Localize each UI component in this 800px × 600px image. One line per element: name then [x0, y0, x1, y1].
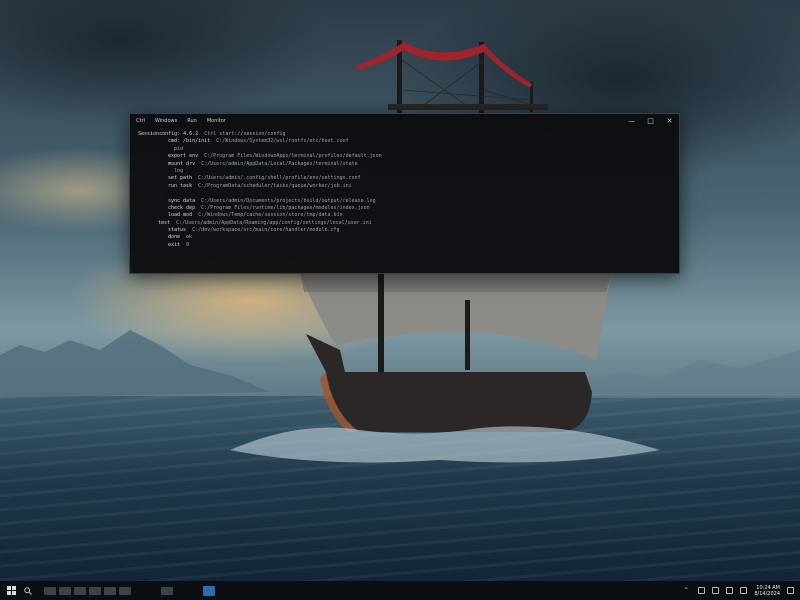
- line-command: done: [168, 234, 181, 241]
- battery-icon[interactable]: [726, 587, 734, 594]
- volume-icon[interactable]: [712, 587, 720, 594]
- line-command: run task: [168, 182, 193, 189]
- line-output: C:/Users/admin/Documents/projects/build/…: [201, 197, 376, 204]
- taskbar-app-terminal[interactable]: [203, 585, 215, 596]
- terminal-window[interactable]: Ctrl Windows Run Monitor — □ ✕ Sessionco…: [129, 113, 680, 274]
- line-output: C:/Users/admin/.config/shell/profile/env…: [198, 175, 361, 182]
- taskbar-app-files[interactable]: [89, 586, 101, 595]
- terminal-line: [138, 190, 671, 197]
- terminal-output[interactable]: Sessionconfig: 4.6.2 Ctrl start://session…: [130, 128, 679, 252]
- terminal-line: load mod C:/Windows/Temp/cache/session/st…: [138, 212, 671, 219]
- sailing-ship-illustration: [0, 40, 800, 463]
- taskbar-app-settings[interactable]: [104, 586, 116, 595]
- terminal-line: exit 0: [138, 242, 671, 249]
- taskbar-app-store[interactable]: [119, 586, 131, 595]
- line-output: C:/Windows/System32/wsl/rootfs/etc/host.…: [216, 138, 349, 145]
- terminal-title-bar[interactable]: Ctrl Windows Run Monitor — □ ✕: [130, 114, 679, 128]
- line-command: check dep: [168, 204, 196, 211]
- search-button[interactable]: [22, 585, 34, 597]
- line-output: pid: [174, 145, 184, 152]
- clock-time: 10:24 AM: [756, 584, 780, 591]
- terminal-line: sync data C:/Users/admin/Documents/projec…: [138, 198, 671, 205]
- menu-item-monitor[interactable]: Monitor: [207, 118, 226, 124]
- line-output: 0: [186, 241, 190, 248]
- line-output: C:/ProgramData/scheduler/tasks/queue/wor…: [198, 182, 352, 189]
- line-output: Ctrl start://session/config: [204, 131, 286, 137]
- line-command: mount drv: [168, 160, 196, 167]
- taskbar: ^ 10:24 AM 8/14/2024: [0, 581, 800, 600]
- line-command: set path: [168, 175, 193, 182]
- terminal-line: run task C:/ProgramData/scheduler/tasks/q…: [138, 183, 671, 190]
- start-button[interactable]: [5, 585, 17, 597]
- line-command: load mod: [168, 212, 193, 219]
- line-command: sync data: [168, 197, 196, 204]
- windows-logo-icon: [6, 586, 16, 595]
- line-command: test: [158, 219, 171, 226]
- line-command: status: [168, 227, 187, 234]
- window-controls: — □ ✕: [628, 117, 673, 125]
- line-command: cmd: /bin/init: [168, 138, 211, 145]
- notification-icon[interactable]: [787, 587, 794, 594]
- terminal-line: log: [138, 168, 671, 175]
- search-icon: [24, 586, 32, 595]
- line-output: C:/Users/admin/AppData/Roaming/app/confi…: [176, 219, 372, 226]
- clock-date: 8/14/2024: [754, 590, 780, 597]
- maximize-icon[interactable]: □: [647, 117, 654, 125]
- line-command: Sessionconfig: 4.6.2: [138, 131, 199, 137]
- line-output: C:/Program Files/WindowsApps/terminal/pr…: [204, 153, 382, 160]
- line-output: C:/Windows/Temp/cache/session/store/tmp/…: [198, 212, 343, 219]
- terminal-line: status C:/dev/workspace/src/main/core/han…: [138, 227, 671, 234]
- close-icon[interactable]: ✕: [666, 117, 673, 125]
- desktop-wallpaper: [0, 0, 800, 600]
- network-icon[interactable]: [698, 587, 706, 594]
- system-tray: ^ 10:24 AM 8/14/2024: [684, 585, 800, 597]
- clock[interactable]: 10:24 AM 8/14/2024: [754, 585, 780, 597]
- terminal-line: export env C:/Program Files/WindowsApps/t…: [138, 153, 671, 160]
- terminal-line: cmd: /bin/init C:/Windows/System32/wsl/ro…: [138, 138, 671, 145]
- menu-item-ctrl[interactable]: Ctrl: [136, 118, 145, 124]
- taskbar-app-media[interactable]: [161, 586, 173, 595]
- line-output: C:/Program Files/runtime/lib/packages/mo…: [201, 204, 370, 211]
- line-output: log: [174, 167, 184, 174]
- menu-item-windows[interactable]: Windows: [155, 118, 177, 124]
- terminal-line: set path C:/Users/admin/.config/shell/pro…: [138, 175, 671, 182]
- line-command: exit: [168, 241, 181, 248]
- language-icon[interactable]: [740, 587, 748, 594]
- terminal-line: test C:/Users/admin/AppData/Roaming/app/c…: [138, 220, 671, 227]
- taskbar-app-mail[interactable]: [74, 586, 86, 595]
- taskbar-app-browser[interactable]: [59, 586, 71, 595]
- line-output: ok: [186, 234, 193, 241]
- line-output: C:/Users/admin/AppData/Local/Packages/te…: [201, 160, 358, 167]
- line-command: export env: [168, 153, 199, 160]
- menu-item-run[interactable]: Run: [187, 118, 197, 124]
- terminal-line: Sessionconfig: 4.6.2 Ctrl start://session…: [138, 131, 671, 138]
- chevron-up-icon[interactable]: ^: [684, 587, 691, 594]
- terminal-line: done ok: [138, 234, 671, 241]
- terminal-line: check dep C:/Program Files/runtime/lib/pa…: [138, 205, 671, 212]
- terminal-line: mount drv C:/Users/admin/AppData/Local/Pa…: [138, 161, 671, 168]
- terminal-line: pid: [138, 146, 671, 153]
- line-output: C:/dev/workspace/src/main/core/handler/m…: [192, 227, 340, 234]
- taskbar-app-explorer[interactable]: [44, 586, 56, 595]
- minimize-icon[interactable]: —: [628, 117, 635, 125]
